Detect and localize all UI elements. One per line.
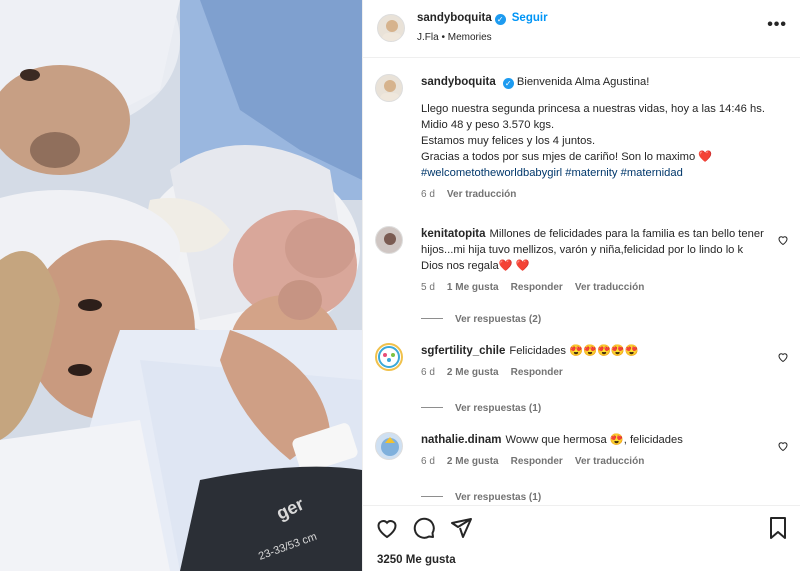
author-username[interactable]: sandyboquita [417, 12, 492, 24]
post-photo[interactable]: ger 23-33/53 cm [0, 0, 362, 571]
caption-username[interactable]: sandyboquita [421, 76, 496, 88]
heart-outline-icon[interactable] [777, 440, 789, 452]
audio-link[interactable]: Memories [448, 32, 492, 43]
view-replies-label: Ver respuestas (1) [455, 492, 542, 503]
comment-time: 6 d [421, 367, 435, 378]
replies-line [421, 318, 443, 319]
reply-button[interactable]: Responder [511, 282, 563, 293]
heart-outline-icon[interactable] [777, 351, 789, 363]
post-side-panel: sandyboquita ✓ Seguir J.Fla • Memories •••… [362, 0, 800, 571]
avatar-image [376, 227, 402, 253]
caption-hashtags[interactable]: #welcometotheworldbabygirl #maternity #m… [421, 165, 781, 181]
comment-body: sgfertility_chile Felicidades 😍😍😍😍😍 6 d 2 … [421, 343, 765, 381]
caption-body: sandyboquita ✓ Bienvenida Alma Agustina! … [421, 74, 781, 203]
caption-translate[interactable]: Ver traducción [447, 189, 516, 200]
avatar-image [382, 20, 402, 41]
bookmark-icon[interactable] [767, 516, 789, 543]
view-replies-label: Ver respuestas (1) [455, 403, 542, 414]
comment-username[interactable]: nathalie.dinam [421, 434, 502, 446]
commenter-avatar[interactable] [375, 432, 403, 460]
separator-dot: • [441, 32, 445, 43]
caption-line-2: Llego nuestra segunda princesa a nuestra… [421, 103, 765, 131]
replies-line [421, 407, 443, 408]
commenter-avatar[interactable] [375, 343, 403, 371]
verified-badge-icon: ✓ [494, 14, 506, 25]
caption-line-3: Estamos muy felices y los 4 juntos. [421, 135, 596, 147]
comment-likes[interactable]: 2 Me gusta [447, 456, 499, 467]
likes-count[interactable]: 3250 Me gusta [377, 554, 456, 566]
view-replies[interactable]: Ver respuestas (1) [421, 492, 541, 503]
comment-time: 6 d [421, 456, 435, 467]
reply-button[interactable]: Responder [511, 367, 563, 378]
comment-likes[interactable]: 1 Me gusta [447, 282, 499, 293]
caption-line-4: Gracias a todos por sus mjes de cariño! … [421, 151, 696, 163]
comment-username[interactable]: sgfertility_chile [421, 345, 505, 357]
verified-badge-icon: ✓ [502, 78, 514, 89]
post-header: sandyboquita ✓ Seguir J.Fla • Memories ••• [363, 0, 800, 58]
replies-line [421, 496, 443, 497]
comment-text: Woww que hermosa [505, 434, 607, 446]
heart-emoji: ❤️ [698, 151, 713, 163]
newborn-photo-illustration: ger 23-33/53 cm [0, 0, 362, 571]
view-replies[interactable]: Ver respuestas (1) [421, 403, 541, 414]
commenter-avatar[interactable] [375, 226, 403, 254]
translate-button[interactable]: Ver traducción [575, 282, 644, 293]
avatar-image [381, 437, 399, 456]
post-footer: 3250 Me gusta [363, 505, 800, 571]
author-avatar[interactable] [377, 14, 405, 42]
avatar-image [378, 346, 400, 368]
action-bar [375, 516, 483, 543]
caption-avatar[interactable] [375, 74, 403, 102]
comment-likes[interactable]: 2 Me gusta [447, 367, 499, 378]
caption-time: 6 d [421, 189, 435, 200]
reply-button[interactable]: Responder [511, 456, 563, 467]
comment-body: kenitatopita Millones de felicidades para… [421, 226, 765, 296]
comment-emoji: 😍 [609, 434, 624, 446]
follow-button[interactable]: Seguir [512, 12, 548, 24]
more-options-icon[interactable]: ••• [767, 16, 787, 34]
like-icon[interactable] [375, 516, 399, 543]
comment-icon[interactable] [412, 516, 436, 543]
view-replies[interactable]: Ver respuestas (2) [421, 314, 541, 325]
translate-button[interactable]: Ver traducción [575, 456, 644, 467]
share-icon[interactable] [449, 516, 473, 543]
location-link[interactable]: J.Fla [417, 32, 439, 43]
comment-body: nathalie.dinam Woww que hermosa 😍, felici… [421, 432, 765, 470]
comment-text: Felicidades [509, 345, 566, 357]
view-replies-label: Ver respuestas (2) [455, 314, 542, 325]
comment-username[interactable]: kenitatopita [421, 228, 486, 240]
comment-emoji: 😍😍😍😍😍 [569, 345, 639, 357]
comment-time: 5 d [421, 282, 435, 293]
comment-emoji: ❤️ ❤️ [498, 260, 530, 272]
avatar-image [380, 80, 400, 101]
comments-scroll[interactable]: sandyboquita ✓ Bienvenida Alma Agustina! … [363, 58, 800, 505]
caption-line-1: Bienvenida Alma Agustina! [516, 76, 650, 88]
comment-text-after: , felicidades [623, 434, 683, 446]
heart-outline-icon[interactable] [777, 234, 789, 246]
